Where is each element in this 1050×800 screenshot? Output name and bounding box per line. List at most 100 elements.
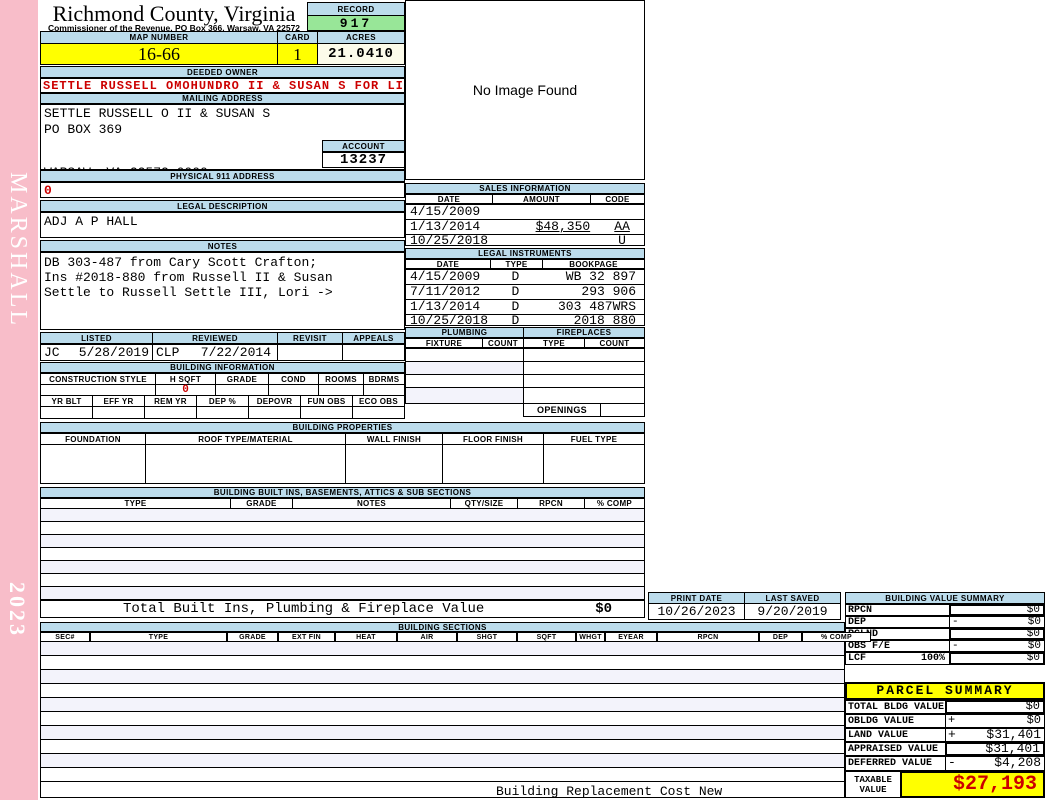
sale-amount [495,205,600,219]
ps-op: - [948,755,956,770]
photo-placeholder: No Image Found [405,0,645,180]
built-ins-qty-header: QTY/SIZE [450,498,518,509]
built-ins-total-value: $0 [595,601,612,617]
reviewed-label: REVIEWED [152,332,278,344]
appeals-value [342,344,405,361]
reviewed-value: CLP 7/22/2014 [152,344,278,361]
map-number-value: 16-66 [40,43,278,65]
sale-code: U [618,233,626,248]
table-row [40,574,645,587]
vs-rclnd-value-box: $0 [949,628,1045,640]
vs-lcf-pct: 100% [920,653,945,664]
table-row [523,348,645,362]
yrblt-value [40,406,93,419]
bs-col-header: RPCN [657,632,759,642]
vs-dep-label: DEP [845,616,950,628]
table-row [40,754,845,768]
parcel-summary-title: PARCEL SUMMARY [845,682,1045,700]
instrument-date-header: DATE [405,259,491,269]
print-date-value: 10/26/2023 [648,603,745,620]
ps-value: $31,401 [985,741,1040,756]
mailing-address-label: MAILING ADDRESS [40,93,405,104]
instrument-bookpage-header: BOOKPAGE [542,259,645,269]
sales-code-header: CODE [590,194,645,204]
table-row [40,561,645,574]
listed-date: 5/28/2019 [78,345,149,360]
table-row [40,698,845,712]
bs-col-header: SEC# [40,632,90,642]
sale-code: AA [614,219,630,234]
bs-col-header: WHGT [576,632,605,642]
built-ins-total-row: Total Built Ins, Plumbing & Fireplace Va… [40,600,645,618]
built-ins-grade-header: GRADE [230,498,293,509]
built-ins-rpcn-header: RPCN [517,498,585,509]
openings-value [600,403,645,417]
instrument-type: D [511,299,520,314]
table-row [405,387,524,404]
bs-col-header: TYPE [90,632,227,642]
built-ins-type-header: TYPE [40,498,231,509]
vs-rpcn-value-box: $0 [949,604,1045,616]
foundation-value [40,444,146,484]
notes-box: DB 303-487 from Cary Scott Crafton; Ins … [40,252,405,330]
taxable-value: $27,193 [900,771,1045,798]
table-row [40,656,845,670]
mailing-line-1: SETTLE RUSSELL O II & SUSAN S [44,106,271,121]
vs-op [951,630,953,638]
table-row [40,522,645,535]
physical-address-label: PHYSICAL 911 ADDRESS [40,170,405,182]
listed-by: JC [44,345,60,360]
instruments-title: LEGAL INSTRUMENTS [405,248,645,259]
bs-col-header: HEAT [335,632,397,642]
table-row [40,535,645,548]
vs-op [951,654,953,663]
taxable-value-label: TAXABLE VALUE [845,771,901,798]
bs-col-header: % COMP [802,632,871,642]
vs-lcf-value-box: $0 [949,652,1045,665]
ps-value: $31,401 [986,727,1041,742]
depovr-value [248,406,301,419]
vs-op: - [952,616,959,628]
ps-total-bldg-label: TOTAL BLDG VALUE [845,700,946,714]
roof-value [145,444,346,484]
fixture-header: FIXTURE [405,338,483,348]
fuel-type-value [543,444,645,484]
ps-total-bldg-value-box: $0 [945,700,1045,714]
listed-label: LISTED [40,332,153,344]
table-row [40,670,845,684]
ps-op [947,702,949,712]
sales-date-header: DATE [405,194,493,204]
vs-value: $0 [1026,652,1040,664]
deeded-owner-label: DEEDED OWNER [40,66,405,78]
instrument-bookpage: 303 487WRS [557,299,636,314]
building-sections-footer-row: Building Replacement Cost New [40,782,845,799]
vs-dep-value-box: - $0 [949,616,1045,628]
table-row [405,374,524,388]
ps-land-label: LAND VALUE [845,728,946,742]
instrument-type: D [511,269,520,284]
table-row [523,387,645,404]
vs-op: - [952,640,959,652]
vs-lcf-label-box: LCF 100% [845,652,950,665]
sale-date: 10/25/2018 [410,233,489,248]
mailing-line-2: PO BOX 369 [44,122,123,137]
vs-obs-value-box: - $0 [949,640,1045,652]
ps-value: $4,208 [994,755,1041,770]
sales-amount-header: AMOUNT [492,194,591,204]
record-value: 917 [307,15,405,31]
property-record-card: MARSHALL 2023 Richmond County, Virginia … [0,0,1050,800]
built-ins-notes-header: NOTES [292,498,451,509]
reviewed-date: 7/22/2014 [200,345,271,360]
ps-op: + [948,713,956,727]
instrument-date: 1/13/2014 [410,299,481,314]
ps-deferred-value-box: - $4,208 [945,756,1045,771]
vs-value: $0 [1027,616,1041,628]
vs-value: $0 [1027,640,1041,652]
bs-col-header: EYEAR [605,632,657,642]
vs-op [951,606,953,614]
built-ins-comp-header: % COMP [584,498,645,509]
table-row [40,642,845,656]
openings-label: OPENINGS [523,403,601,417]
ps-deferred-label: DEFERRED VALUE [845,756,946,771]
table-row: 4/15/2009 [406,205,644,220]
